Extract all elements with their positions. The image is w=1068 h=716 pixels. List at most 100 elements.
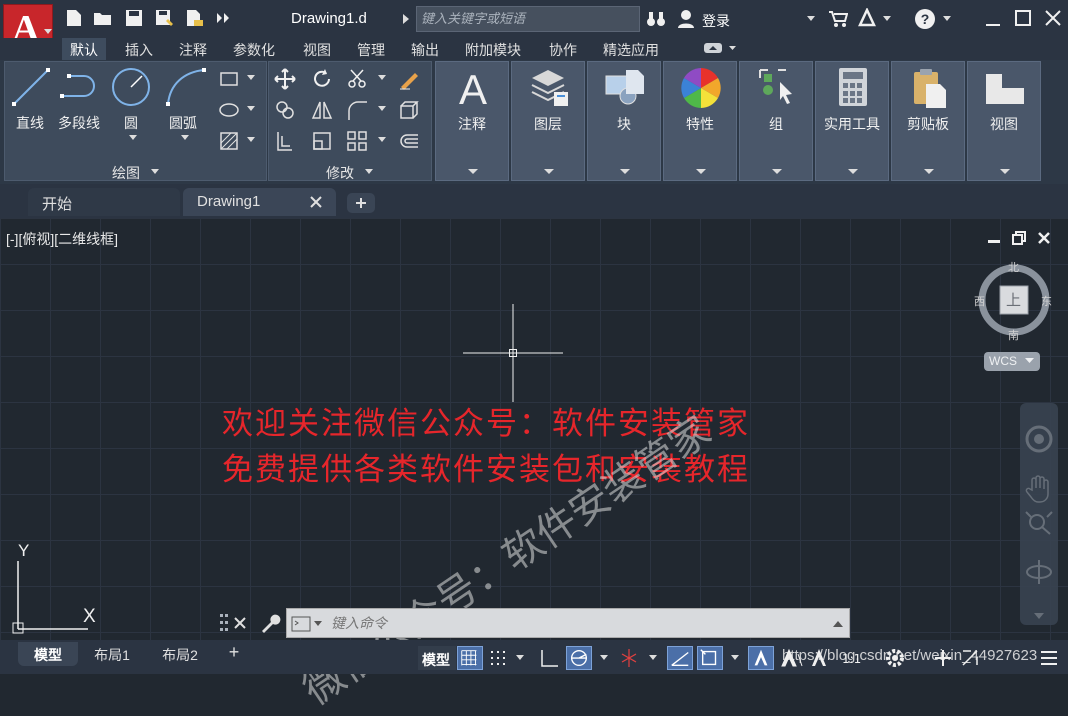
command-line-close-icon[interactable] <box>233 616 247 630</box>
tab-collaborate[interactable]: 协作 <box>549 38 577 60</box>
array-3d-tool-icon[interactable] <box>398 99 420 121</box>
ellipse-tool-icon[interactable] <box>218 99 240 121</box>
arc-tool-label[interactable]: 圆弧 <box>169 113 197 133</box>
view-panel-button[interactable]: 视图 <box>967 61 1041 181</box>
chevron-right-icon[interactable] <box>401 13 411 25</box>
group-panel-button[interactable]: 组 <box>739 61 813 181</box>
isodraft-icon[interactable] <box>616 646 642 670</box>
orbit-icon[interactable] <box>1024 557 1054 587</box>
tab-model[interactable]: 模型 <box>18 642 78 666</box>
tab-view[interactable]: 视图 <box>303 38 331 60</box>
object-snap-tracking-icon[interactable] <box>667 646 693 670</box>
save-icon[interactable] <box>124 9 144 27</box>
viewcube-north[interactable]: 北 <box>1008 259 1019 275</box>
viewcube-top-face[interactable]: 上 <box>1006 289 1021 310</box>
viewcube-east[interactable]: 东 <box>1041 293 1052 309</box>
new-tab-icon[interactable] <box>346 192 376 214</box>
chevron-down-icon[interactable] <box>649 655 657 661</box>
copy-tool-icon[interactable] <box>274 99 296 121</box>
line-tool-label[interactable]: 直线 <box>16 113 44 133</box>
viewport-minimize-icon[interactable] <box>986 232 1002 246</box>
pan-hand-icon[interactable] <box>1025 474 1053 504</box>
command-input[interactable] <box>331 614 811 634</box>
clipboard-panel-button[interactable]: 剪贴板 <box>891 61 965 181</box>
command-history-icon[interactable] <box>833 621 843 627</box>
chevron-down-icon[interactable] <box>378 137 386 143</box>
tab-layout2[interactable]: 布局2 <box>148 642 212 666</box>
chevron-down-icon[interactable] <box>314 621 322 627</box>
search-input[interactable] <box>417 7 639 31</box>
array-tool-icon[interactable] <box>346 130 368 152</box>
viewport-restore-icon[interactable] <box>1011 230 1027 246</box>
chevron-down-icon[interactable] <box>247 75 255 81</box>
rotate-tool-icon[interactable] <box>311 68 333 90</box>
arc-tool-icon[interactable] <box>164 66 208 108</box>
erase-tool-icon[interactable] <box>398 68 420 90</box>
chevron-down-icon[interactable] <box>882 15 892 23</box>
command-line[interactable] <box>286 608 850 638</box>
binoculars-icon[interactable] <box>646 10 666 28</box>
chevron-down-icon[interactable] <box>600 655 608 661</box>
offset-tool-icon[interactable] <box>398 130 420 152</box>
hatch-tool-icon[interactable] <box>218 130 240 152</box>
layers-panel-button[interactable]: 图层 <box>511 61 585 181</box>
open-folder-icon[interactable] <box>93 9 113 27</box>
annotation-panel-button[interactable]: A 注释 <box>435 61 509 181</box>
more-commands-icon[interactable] <box>213 9 233 27</box>
autodesk-a360-icon[interactable] <box>856 8 878 28</box>
close-icon[interactable] <box>1044 9 1062 27</box>
chevron-down-icon[interactable] <box>378 75 386 81</box>
ribbon-toggle-icon[interactable] <box>703 41 737 55</box>
block-panel-button[interactable]: 块 <box>587 61 661 181</box>
viewport-close-icon[interactable] <box>1036 230 1052 246</box>
properties-panel-button[interactable]: 特性 <box>663 61 737 181</box>
annotation-scale-icon[interactable] <box>748 646 774 670</box>
tab-start[interactable]: 开始 <box>28 188 180 216</box>
chevron-down-icon[interactable] <box>1033 612 1045 620</box>
maximize-icon[interactable] <box>1014 9 1032 27</box>
draw-panel-label[interactable]: 绘图 <box>112 163 140 183</box>
viewcube-west[interactable]: 西 <box>974 293 985 309</box>
object-snap-icon[interactable] <box>697 646 723 670</box>
viewport-controls-label[interactable]: [-][俯视][二维线框] <box>6 229 118 249</box>
close-tab-icon[interactable] <box>309 195 323 209</box>
chevron-down-icon[interactable] <box>516 655 524 661</box>
rectangle-tool-icon[interactable] <box>218 68 240 90</box>
login-label[interactable]: 登录 <box>702 11 730 31</box>
chevron-down-icon[interactable] <box>378 106 386 112</box>
add-layout-button[interactable]: + <box>222 642 246 666</box>
tab-featured-apps[interactable]: 精选应用 <box>603 38 659 60</box>
mirror-tool-icon[interactable] <box>311 99 333 121</box>
user-icon[interactable] <box>677 9 695 29</box>
customize-wrench-icon[interactable] <box>259 612 281 634</box>
search-box[interactable] <box>416 6 640 32</box>
chevron-down-icon[interactable] <box>731 655 739 661</box>
move-tool-icon[interactable] <box>274 68 296 90</box>
line-tool-icon[interactable] <box>10 66 52 108</box>
zoom-extents-icon[interactable] <box>1024 510 1054 536</box>
plot-icon[interactable] <box>184 9 204 27</box>
wcs-menu[interactable]: WCS <box>984 352 1040 371</box>
tab-default[interactable]: 默认 <box>62 38 106 60</box>
modify-panel-label[interactable]: 修改 <box>326 163 354 183</box>
tab-layout1[interactable]: 布局1 <box>80 642 144 666</box>
circle-tool-label[interactable]: 圆 <box>124 113 138 133</box>
help-icon[interactable]: ? <box>914 8 936 30</box>
polyline-tool-label[interactable]: 多段线 <box>58 113 100 133</box>
tab-insert[interactable]: 插入 <box>125 38 153 60</box>
cart-icon[interactable] <box>828 10 848 28</box>
trim-tool-icon[interactable] <box>346 68 368 90</box>
polyline-tool-icon[interactable] <box>59 66 103 108</box>
tab-output[interactable]: 输出 <box>411 38 439 60</box>
chevron-down-icon[interactable] <box>364 168 374 176</box>
chevron-down-icon[interactable] <box>128 134 138 142</box>
command-prompt-icon[interactable] <box>291 616 311 632</box>
viewcube-south[interactable]: 南 <box>1008 327 1019 343</box>
stretch-tool-icon[interactable] <box>274 130 296 152</box>
grid-display-icon[interactable] <box>457 646 483 670</box>
snap-mode-icon[interactable] <box>486 646 512 670</box>
save-as-icon[interactable] <box>154 9 174 27</box>
chevron-down-icon[interactable] <box>247 106 255 112</box>
chevron-down-icon[interactable] <box>942 15 952 23</box>
steering-wheel-icon[interactable] <box>1023 424 1055 454</box>
